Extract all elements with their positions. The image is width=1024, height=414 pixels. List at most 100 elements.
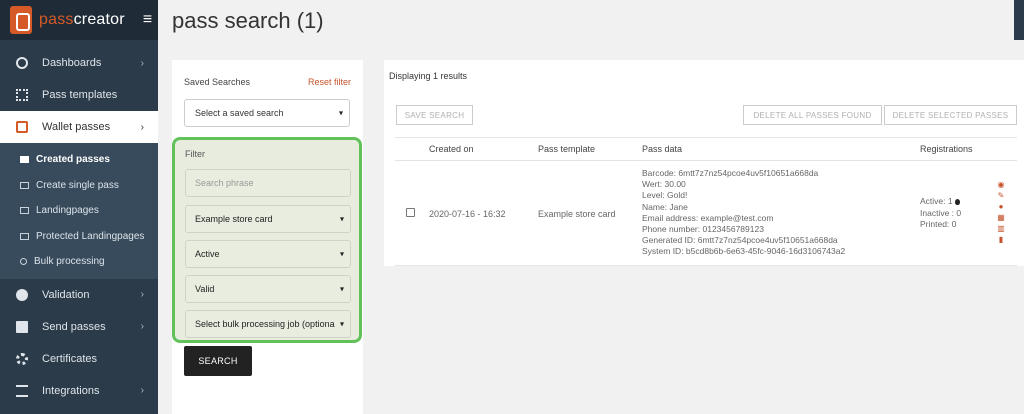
card-icon xyxy=(20,181,29,189)
chevron-down-icon: ▾ xyxy=(339,249,344,259)
subitem-protected-landingpages[interactable]: Protected Landingpages xyxy=(0,224,158,250)
pass-data-line: System ID: b5cd8b6b-6e63-45fc-9046-16d31… xyxy=(642,246,846,257)
sidebar-item-label: Integrations xyxy=(42,384,100,397)
subitem-label: Landingpages xyxy=(36,205,99,217)
sidebar-item-label: Send passes xyxy=(42,320,106,333)
globe-icon xyxy=(16,288,28,301)
filter-title: Filter xyxy=(185,149,205,159)
view-eye-icon[interactable]: ◉ xyxy=(996,180,1006,189)
save-search-button[interactable]: SAVE SEARCH xyxy=(396,105,473,125)
select-value: Valid xyxy=(195,284,215,294)
pass-data-line: Level: Gold! xyxy=(642,190,688,201)
delete-trash-icon[interactable]: ▮ xyxy=(996,235,1006,244)
filter-panel: Saved Searches Reset filter Select a sav… xyxy=(172,60,363,414)
pass-data-line: Generated ID: 6mtt7z7nz54pcoe4uv5f10651a… xyxy=(642,235,838,246)
select-value: Active xyxy=(195,249,220,259)
wallet-passes-submenu: Created passes Create single pass Landin… xyxy=(0,143,158,279)
list-icon xyxy=(20,156,29,164)
subitem-label: Create single pass xyxy=(36,179,119,191)
select-value: Select a saved search xyxy=(195,108,284,118)
stats-icon[interactable]: ▥ xyxy=(996,224,1006,233)
comments-icon[interactable]: ● xyxy=(996,202,1006,211)
edit-pencil-icon[interactable]: ✎ xyxy=(996,191,1006,200)
circle-icon xyxy=(20,258,27,266)
row-actions: ◉ ✎ ● ▦ ▥ ▮ xyxy=(996,180,1006,244)
chevron-down-icon: ▾ xyxy=(339,284,344,294)
envelope-icon xyxy=(16,320,28,333)
pass-template-select[interactable]: Example store card ▾ xyxy=(185,205,351,233)
registrations-active: Active: 1 xyxy=(920,196,961,208)
subitem-create-single-pass[interactable]: Create single pass xyxy=(0,173,158,199)
pass-data-line: Wert: 30.00 xyxy=(642,179,686,190)
pass-data-line: Name: Jane xyxy=(642,201,688,212)
subitem-landingpages[interactable]: Landingpages xyxy=(0,198,158,224)
sidebar-item-label: Certificates xyxy=(42,352,98,365)
sidebar-item-label: Wallet passes xyxy=(42,121,111,133)
subitem-created-passes[interactable]: Created passes xyxy=(0,147,158,173)
row-select-checkbox[interactable] xyxy=(406,208,415,217)
results-count: Displaying 1 results xyxy=(389,71,468,81)
saved-searches-label: Saved Searches xyxy=(184,77,251,87)
dashboard-icon xyxy=(16,57,28,69)
column-header-created-on[interactable]: Created on xyxy=(429,144,474,154)
qrcode-icon[interactable]: ▦ xyxy=(996,213,1006,222)
menu-toggle-icon[interactable]: ≡ xyxy=(143,11,152,29)
delete-all-passes-button[interactable]: DELETE ALL PASSES FOUND xyxy=(743,105,882,125)
saved-search-select[interactable]: Select a saved search ▾ xyxy=(184,99,350,127)
sidebar: passcreator ≡ Dashboards › Pass template… xyxy=(0,0,158,414)
validity-select[interactable]: Valid ▾ xyxy=(185,275,351,303)
chevron-down-icon: ▾ xyxy=(338,108,343,118)
brand-name[interactable]: passcreator xyxy=(39,11,125,29)
grid-icon xyxy=(16,89,28,101)
registrations-printed: Printed: 0 xyxy=(920,219,957,229)
table-divider xyxy=(395,265,1017,266)
chevron-right-icon: › xyxy=(140,321,144,332)
chevron-right-icon: › xyxy=(140,289,144,300)
sidebar-item-label: Dashboards xyxy=(42,57,102,69)
select-value: Example store card xyxy=(195,214,273,224)
results-panel: Displaying 1 results SAVE SEARCH DELETE … xyxy=(384,60,1024,266)
subitem-label: Bulk processing xyxy=(34,256,105,268)
sidebar-item-wallet-passes[interactable]: Wallet passes › xyxy=(0,111,158,143)
laptop-icon xyxy=(20,207,29,215)
status-select[interactable]: Active ▾ xyxy=(185,240,351,268)
column-header-registrations[interactable]: Registrations xyxy=(920,144,973,154)
select-value: Select bulk processing job (optiona xyxy=(195,319,335,329)
scrollbar[interactable] xyxy=(1014,0,1024,40)
sidebar-item-label: Validation xyxy=(42,288,90,301)
chevron-down-icon: ▾ xyxy=(339,214,344,224)
pass-template-cell: Example store card xyxy=(538,209,616,219)
search-phrase-input[interactable]: Search phrase xyxy=(185,169,351,197)
sidebar-item-send-passes[interactable]: Send passes › xyxy=(0,311,158,343)
page-title: pass search (1) xyxy=(172,8,324,33)
laptop-icon xyxy=(20,232,29,240)
delete-selected-passes-button[interactable]: DELETE SELECTED PASSES xyxy=(884,105,1017,125)
certificate-icon xyxy=(16,352,28,365)
input-placeholder: Search phrase xyxy=(195,178,254,188)
column-header-pass-template[interactable]: Pass template xyxy=(538,144,595,154)
sidebar-item-dashboards[interactable]: Dashboards › xyxy=(0,47,158,79)
table-divider xyxy=(395,160,1017,161)
pass-data-line: Phone number: 0123456789123 xyxy=(642,224,764,235)
subitem-bulk-processing[interactable]: Bulk processing xyxy=(0,249,158,275)
sidebar-item-validation[interactable]: Validation › xyxy=(0,279,158,311)
subitem-label: Created passes xyxy=(36,154,110,166)
sidebar-item-certificates[interactable]: Certificates xyxy=(0,343,158,375)
bulk-job-select[interactable]: Select bulk processing job (optiona ▾ xyxy=(185,310,351,338)
chevron-right-icon: › xyxy=(140,385,144,396)
chevron-down-icon: ▾ xyxy=(339,319,344,329)
subitem-label: Protected Landingpages xyxy=(36,230,145,242)
reset-filter-link[interactable]: Reset filter xyxy=(308,77,351,87)
sidebar-item-pass-templates[interactable]: Pass templates xyxy=(0,79,158,111)
sidebar-item-integrations[interactable]: Integrations › xyxy=(0,375,158,407)
apple-icon xyxy=(954,199,960,205)
wallet-icon xyxy=(16,121,28,133)
chevron-right-icon: › xyxy=(140,121,144,133)
pass-data-line: Email address: example@test.com xyxy=(642,212,774,223)
passcreator-logo-icon[interactable] xyxy=(10,6,32,34)
chevron-right-icon: › xyxy=(140,57,144,69)
search-button[interactable]: SEARCH xyxy=(184,346,252,376)
registrations-inactive: Inactive : 0 xyxy=(920,207,962,218)
column-header-pass-data[interactable]: Pass data xyxy=(642,144,682,154)
filter-box: Filter Search phrase Example store card … xyxy=(172,137,362,343)
